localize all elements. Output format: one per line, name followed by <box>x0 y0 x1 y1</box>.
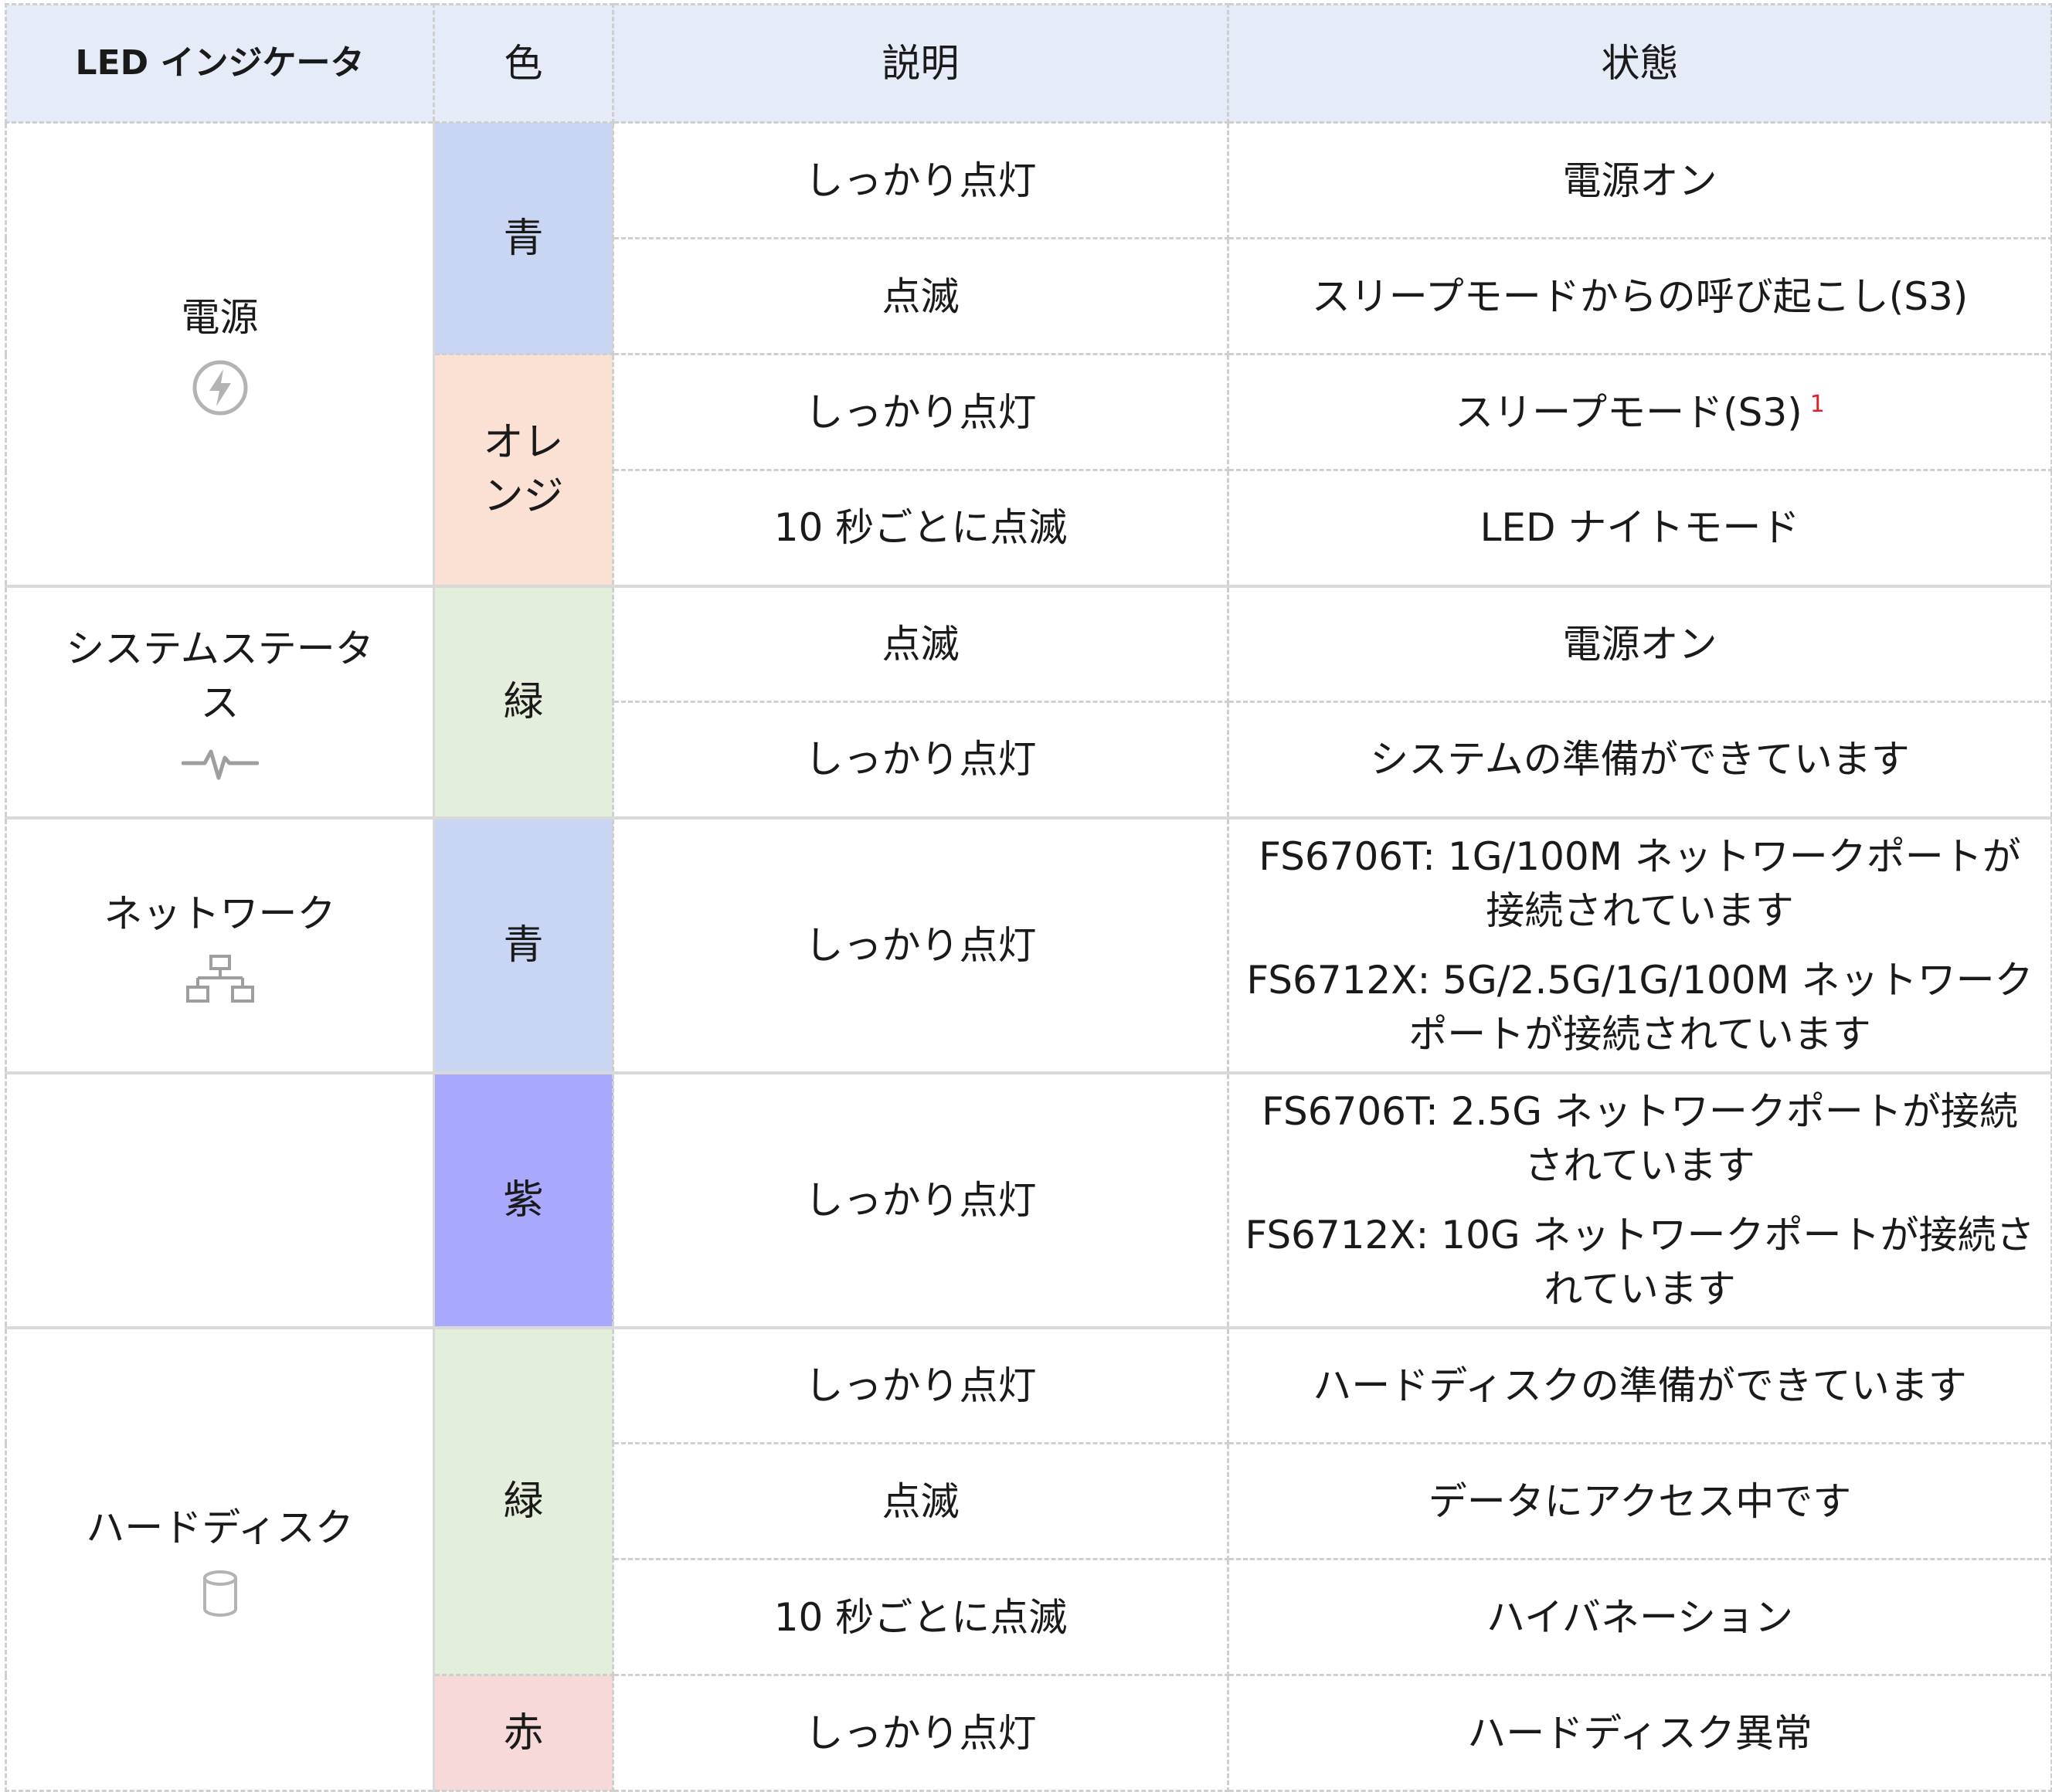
indicator-power: 電源 <box>5 121 435 587</box>
description-cell: 点滅 <box>612 237 1229 355</box>
description-cell: 10 秒ごとに点滅 <box>612 469 1229 587</box>
status-cell: 電源オン <box>1227 584 2052 703</box>
status-cell: ハイバネーション <box>1227 1558 2052 1676</box>
color-orange: オレンジ <box>433 353 614 587</box>
status-cell: ハードディスクの準備ができています <box>1227 1325 2052 1444</box>
status-cell: FS6706T: 1G/100M ネットワークポートが接続されています FS67… <box>1227 816 2052 1074</box>
indicator-system-status: システムステータス <box>5 584 435 819</box>
description-cell: しっかり点灯 <box>612 816 1229 1074</box>
indicator-hard-disk: ハードディスク <box>5 1325 435 1792</box>
status-cell: 電源オン <box>1227 121 2052 239</box>
footnote-marker: 1 <box>1809 390 1825 418</box>
status-text-fs6712x: FS6712X: 10G ネットワークポートが接続されています <box>1245 1212 2035 1312</box>
color-blue: 青 <box>433 121 614 355</box>
indicator-label: ハードディスク <box>86 1505 354 1550</box>
description-cell: 点滅 <box>612 1442 1229 1560</box>
led-indicator-table: LED インジケータ 色 説明 状態 電源 青 しっかり点灯 電源オン 点滅 ス… <box>5 3 2052 1792</box>
status-text-fs6706t: FS6706T: 1G/100M ネットワークポートが接続されています <box>1259 833 2021 933</box>
status-cell: データにアクセス中です <box>1227 1442 2052 1560</box>
header-status: 状態 <box>1227 3 2052 124</box>
description-cell: しっかり点灯 <box>612 353 1229 471</box>
table-row: ネットワーク 青 しっかり点灯 FS6706T: 1G/100M ネットワークポ… <box>5 816 2052 1074</box>
color-purple: 紫 <box>433 1071 614 1329</box>
indicator-network: ネットワーク <box>5 816 435 1074</box>
heartbeat-pulse-icon <box>181 749 259 779</box>
description-cell: しっかり点灯 <box>612 1674 1229 1792</box>
status-cell: スリープモード(S3) 1 <box>1227 353 2052 471</box>
description-cell: しっかり点灯 <box>612 1071 1229 1329</box>
status-cell: FS6706T: 2.5G ネットワークポートが接続されています FS6712X… <box>1227 1071 2052 1329</box>
header-description: 説明 <box>612 3 1229 124</box>
description-cell: しっかり点灯 <box>612 701 1229 819</box>
header-color: 色 <box>433 3 614 124</box>
color-orange-label: オレンジ <box>483 419 564 521</box>
status-cell: システムの準備ができています <box>1227 701 2052 819</box>
table-row: ハードディスク 緑 しっかり点灯 ハードディスクの準備ができています <box>5 1325 2052 1792</box>
header-indicator: LED インジケータ <box>5 3 435 124</box>
color-green: 緑 <box>433 584 614 819</box>
table-row: システムステータス 緑 点滅 電源オン <box>5 584 2052 819</box>
indicator-label: ネットワーク <box>104 891 336 936</box>
color-red: 赤 <box>433 1674 614 1792</box>
description-cell: 10 秒ごとに点滅 <box>612 1558 1229 1676</box>
color-green: 緑 <box>433 1325 614 1676</box>
status-text-fs6712x: FS6712X: 5G/2.5G/1G/100M ネットワークポートが接続されて… <box>1246 957 2033 1057</box>
description-cell: 点滅 <box>612 584 1229 703</box>
status-cell: スリープモードからの呼び起こし(S3) <box>1227 237 2052 355</box>
status-text-fs6706t: FS6706T: 2.5G ネットワークポートが接続されています <box>1262 1088 2018 1188</box>
table-row: 紫 しっかり点灯 FS6706T: 2.5G ネットワークポートが接続されていま… <box>5 1071 2052 1329</box>
network-topology-icon <box>185 954 254 1003</box>
power-bolt-icon <box>192 360 247 416</box>
description-cell: しっかり点灯 <box>612 121 1229 239</box>
indicator-network-empty <box>5 1071 435 1329</box>
status-cell: LED ナイトモード <box>1227 469 2052 587</box>
header-row: LED インジケータ 色 説明 状態 <box>5 3 2052 124</box>
status-cell: ハードディスク異常 <box>1227 1674 2052 1792</box>
table-row: 電源 青 しっかり点灯 電源オン <box>5 121 2052 587</box>
status-text: スリープモード(S3) <box>1455 389 1802 435</box>
indicator-label: 電源 <box>181 295 259 341</box>
color-blue: 青 <box>433 816 614 1074</box>
description-cell: しっかり点灯 <box>612 1325 1229 1444</box>
disk-cylinder-icon <box>202 1570 237 1617</box>
indicator-label: システムステータス <box>66 626 374 725</box>
